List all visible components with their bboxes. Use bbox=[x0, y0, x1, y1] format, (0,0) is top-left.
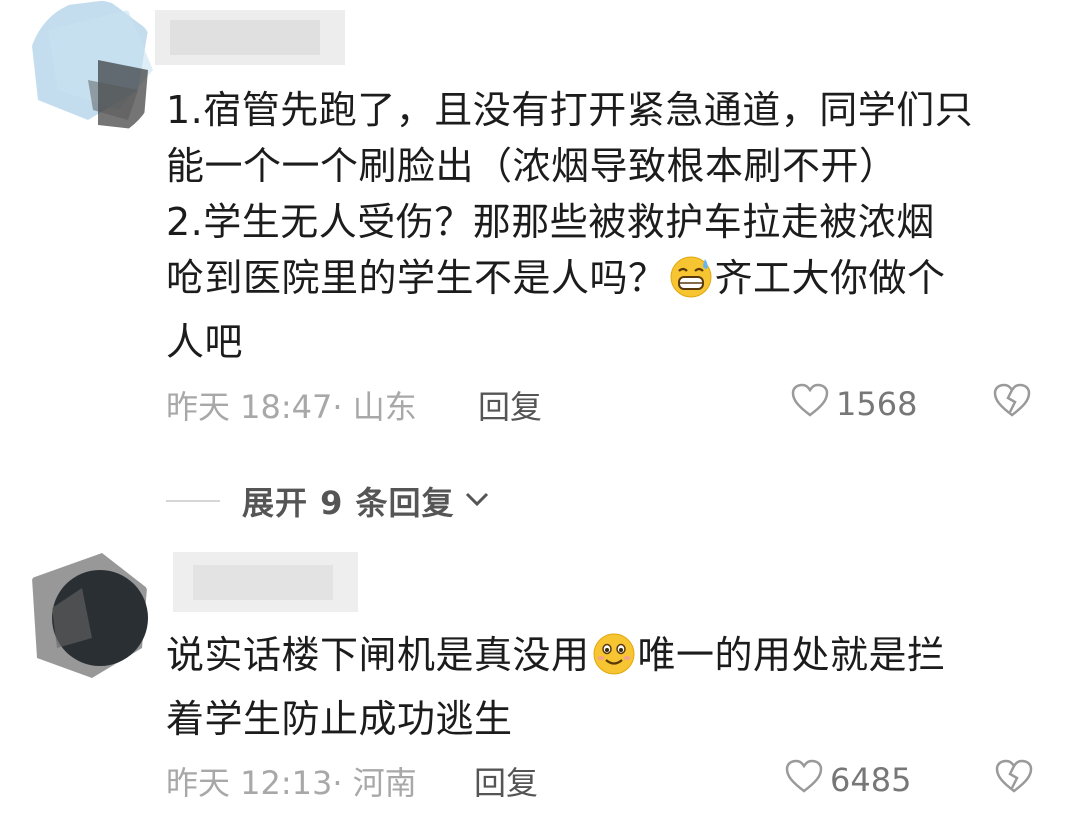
avatar[interactable] bbox=[28, 0, 158, 140]
heart-outline-icon bbox=[784, 758, 824, 802]
username-blurred[interactable] bbox=[150, 0, 360, 80]
like-button[interactable]: 6485 bbox=[784, 758, 911, 802]
comment-time-location: 昨天 12:13· 河南 bbox=[166, 764, 417, 802]
sweat-grin-emoji-icon bbox=[669, 255, 713, 314]
comment-time-location: 昨天 18:47· 山东 bbox=[166, 388, 417, 426]
chevron-down-icon bbox=[463, 489, 491, 513]
avatar[interactable] bbox=[22, 548, 152, 683]
broken-heart-icon[interactable] bbox=[994, 758, 1034, 802]
comment-text-main: 说实话楼下闸机是真没用 bbox=[166, 633, 590, 677]
smile-emoji-icon bbox=[592, 632, 636, 691]
comment-meta: 昨天 18:47· 山东 回复 1568 bbox=[166, 382, 1046, 426]
expand-replies-button[interactable]: 展开 9 条回复 bbox=[166, 478, 491, 524]
like-count: 1568 bbox=[836, 385, 918, 423]
comment-meta: 昨天 12:13· 河南 回复 6485 bbox=[166, 758, 1046, 802]
reply-button[interactable]: 回复 bbox=[478, 382, 542, 428]
divider-line bbox=[166, 500, 220, 502]
username-blurred[interactable] bbox=[168, 540, 368, 625]
comment-text: 1.宿管先跑了，且没有打开紧急通道，同学们只 能一个一个刷脸出（浓烟导致根本刷不… bbox=[166, 82, 1046, 370]
like-button[interactable]: 1568 bbox=[790, 382, 917, 426]
comment-text: 说实话楼下闸机是真没用 唯一的用处就是拦 着学生防止成功逃生 bbox=[166, 627, 1046, 747]
heart-outline-icon bbox=[790, 382, 830, 426]
reply-button[interactable]: 回复 bbox=[474, 758, 538, 804]
like-count: 6485 bbox=[830, 761, 912, 799]
expand-replies-label: 展开 9 条回复 bbox=[242, 484, 455, 522]
broken-heart-icon[interactable] bbox=[992, 382, 1032, 426]
